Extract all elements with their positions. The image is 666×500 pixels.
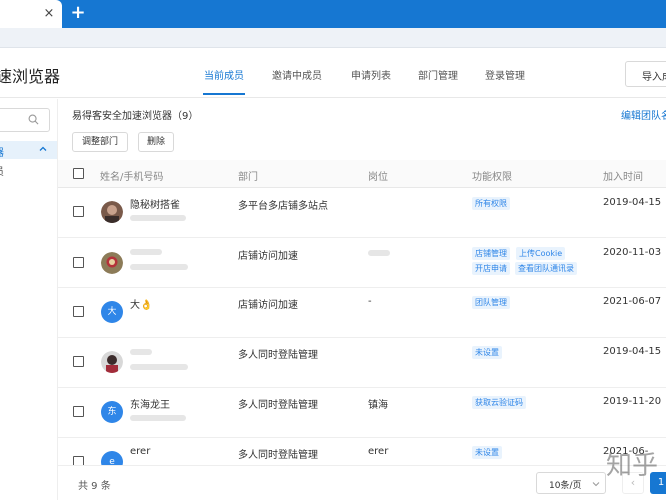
member-name: 大👌 [130,300,153,311]
table-row[interactable]: 大 大👌 店铺访问加速 - 团队管理 2021-06-07 [58,288,666,338]
member-position: - [368,296,372,307]
join-date: 2019-04-15 [603,197,662,208]
avatar [101,351,123,373]
pagination-bar: 共 9 条 10条/页 ‹ 1 [58,465,666,500]
row-checkbox[interactable] [73,406,84,417]
permission-tag: 查看团队通讯录 [515,262,577,275]
address-bar[interactable] [0,28,666,48]
position-redacted [368,250,390,256]
member-department: 多人同时登陆管理 [238,400,318,411]
tab-invited-members[interactable]: 邀请中成员 [272,67,322,82]
column-header-name: 姓名/手机号码 [100,172,164,183]
tab-login-management[interactable]: 登录管理 [485,67,525,82]
chevron-down-icon [592,482,600,487]
join-date: 2019-04-15 [603,346,662,357]
tab-application-list[interactable]: 申请列表 [351,67,391,82]
avatar: 大 [101,301,123,323]
search-icon[interactable] [28,114,39,125]
close-icon[interactable]: × [42,7,56,21]
sidebar-item-members[interactable]: 员 [0,163,4,178]
column-header-position: 岗位 [368,172,388,183]
permission-tag: 团队管理 [472,296,510,309]
adjust-department-button[interactable]: 调整部门 [72,132,128,152]
permission-tag: 开店申请 [472,262,510,275]
column-header-permissions: 功能权限 [472,172,512,183]
member-name: 东海龙王 [130,400,170,411]
member-department: 多人同时登陆管理 [238,350,318,361]
phone-redacted [130,364,188,370]
import-button[interactable]: 导入成 [625,61,666,87]
member-department: 多人同时登陆管理 [238,450,318,461]
member-position: 镇海 [368,400,388,411]
app-title: 速浏览器 [0,67,61,86]
sidebar-item-active[interactable]: 器 [0,141,57,159]
group-title: 易得客安全加速浏览器（9） [72,111,199,122]
row-checkbox[interactable] [73,206,84,217]
sidebar: 器 员 [0,99,58,500]
permission-tag: 店铺管理 [472,247,510,260]
active-tab-indicator [203,93,245,95]
join-date: 2021-06-07 [603,296,662,307]
sidebar-item-label: 器 [0,144,4,159]
tab-department-management[interactable]: 部门管理 [418,67,458,82]
table-row[interactable]: 多人同时登陆管理 未设置 2019-04-15 [58,338,666,388]
member-department: 店铺访问加速 [238,251,298,262]
avatar [101,252,123,274]
chevron-up-icon[interactable] [38,144,48,154]
join-date: 2019-11-20 [603,396,662,407]
name-redacted [130,249,162,255]
page-size-value: 10条/页 [549,481,582,491]
row-checkbox[interactable] [73,306,84,317]
avatar: 东 [101,401,123,423]
browser-tab[interactable]: × [0,0,62,28]
edit-team-name-link[interactable]: 编辑团队名 [621,107,666,122]
permission-tag: 未设置 [472,346,502,359]
member-name: erer [130,446,151,457]
join-date: 2020-11-03 [603,247,662,258]
select-all-checkbox[interactable] [73,168,84,179]
browser-tabstrip: × + [0,0,666,28]
new-tab-button[interactable]: + [70,4,86,22]
table-row[interactable]: 隐秘树搭雀 多平台多店铺多站点 所有权限 2019-04-15 [58,188,666,238]
member-position: erer [368,446,389,457]
table-row[interactable]: 店铺访问加速 店铺管理 上传Cookie 开店申请 查看团队通讯录 2020-1… [58,238,666,288]
permission-tag: 获取云验证码 [472,396,526,409]
phone-redacted [130,415,186,421]
column-header-join-date: 加入时间 [603,172,643,183]
member-department: 多平台多店铺多站点 [238,201,328,212]
watermark: 知乎 [606,451,659,481]
permission-tag: 未设置 [472,446,502,459]
app-header: 速浏览器 当前成员 邀请中成员 申请列表 部门管理 登录管理 导入成 [0,48,666,98]
total-count: 共 9 条 [78,481,111,492]
row-checkbox[interactable] [73,257,84,268]
name-redacted [130,349,152,355]
page-size-select[interactable]: 10条/页 [536,472,606,494]
member-department: 店铺访问加速 [238,300,298,311]
sidebar-search-input[interactable] [0,108,50,132]
permission-tag: 上传Cookie [516,247,566,260]
table-row[interactable]: 东 东海龙王 多人同时登陆管理 镇海 获取云验证码 2019-11-20 [58,388,666,438]
tab-current-members[interactable]: 当前成员 [204,67,244,82]
permission-tag: 所有权限 [472,197,510,210]
table-row[interactable]: e erer 多人同时登陆管理 erer 未设置 2021-06- [58,438,666,473]
row-checkbox[interactable] [73,356,84,367]
member-name: 隐秘树搭雀 [130,200,180,211]
phone-redacted [130,264,188,270]
avatar [101,201,123,223]
table-header: 姓名/手机号码 部门 岗位 功能权限 加入时间 [58,160,666,188]
delete-button[interactable]: 删除 [138,132,174,152]
phone-redacted [130,215,186,221]
column-header-department: 部门 [238,172,258,183]
